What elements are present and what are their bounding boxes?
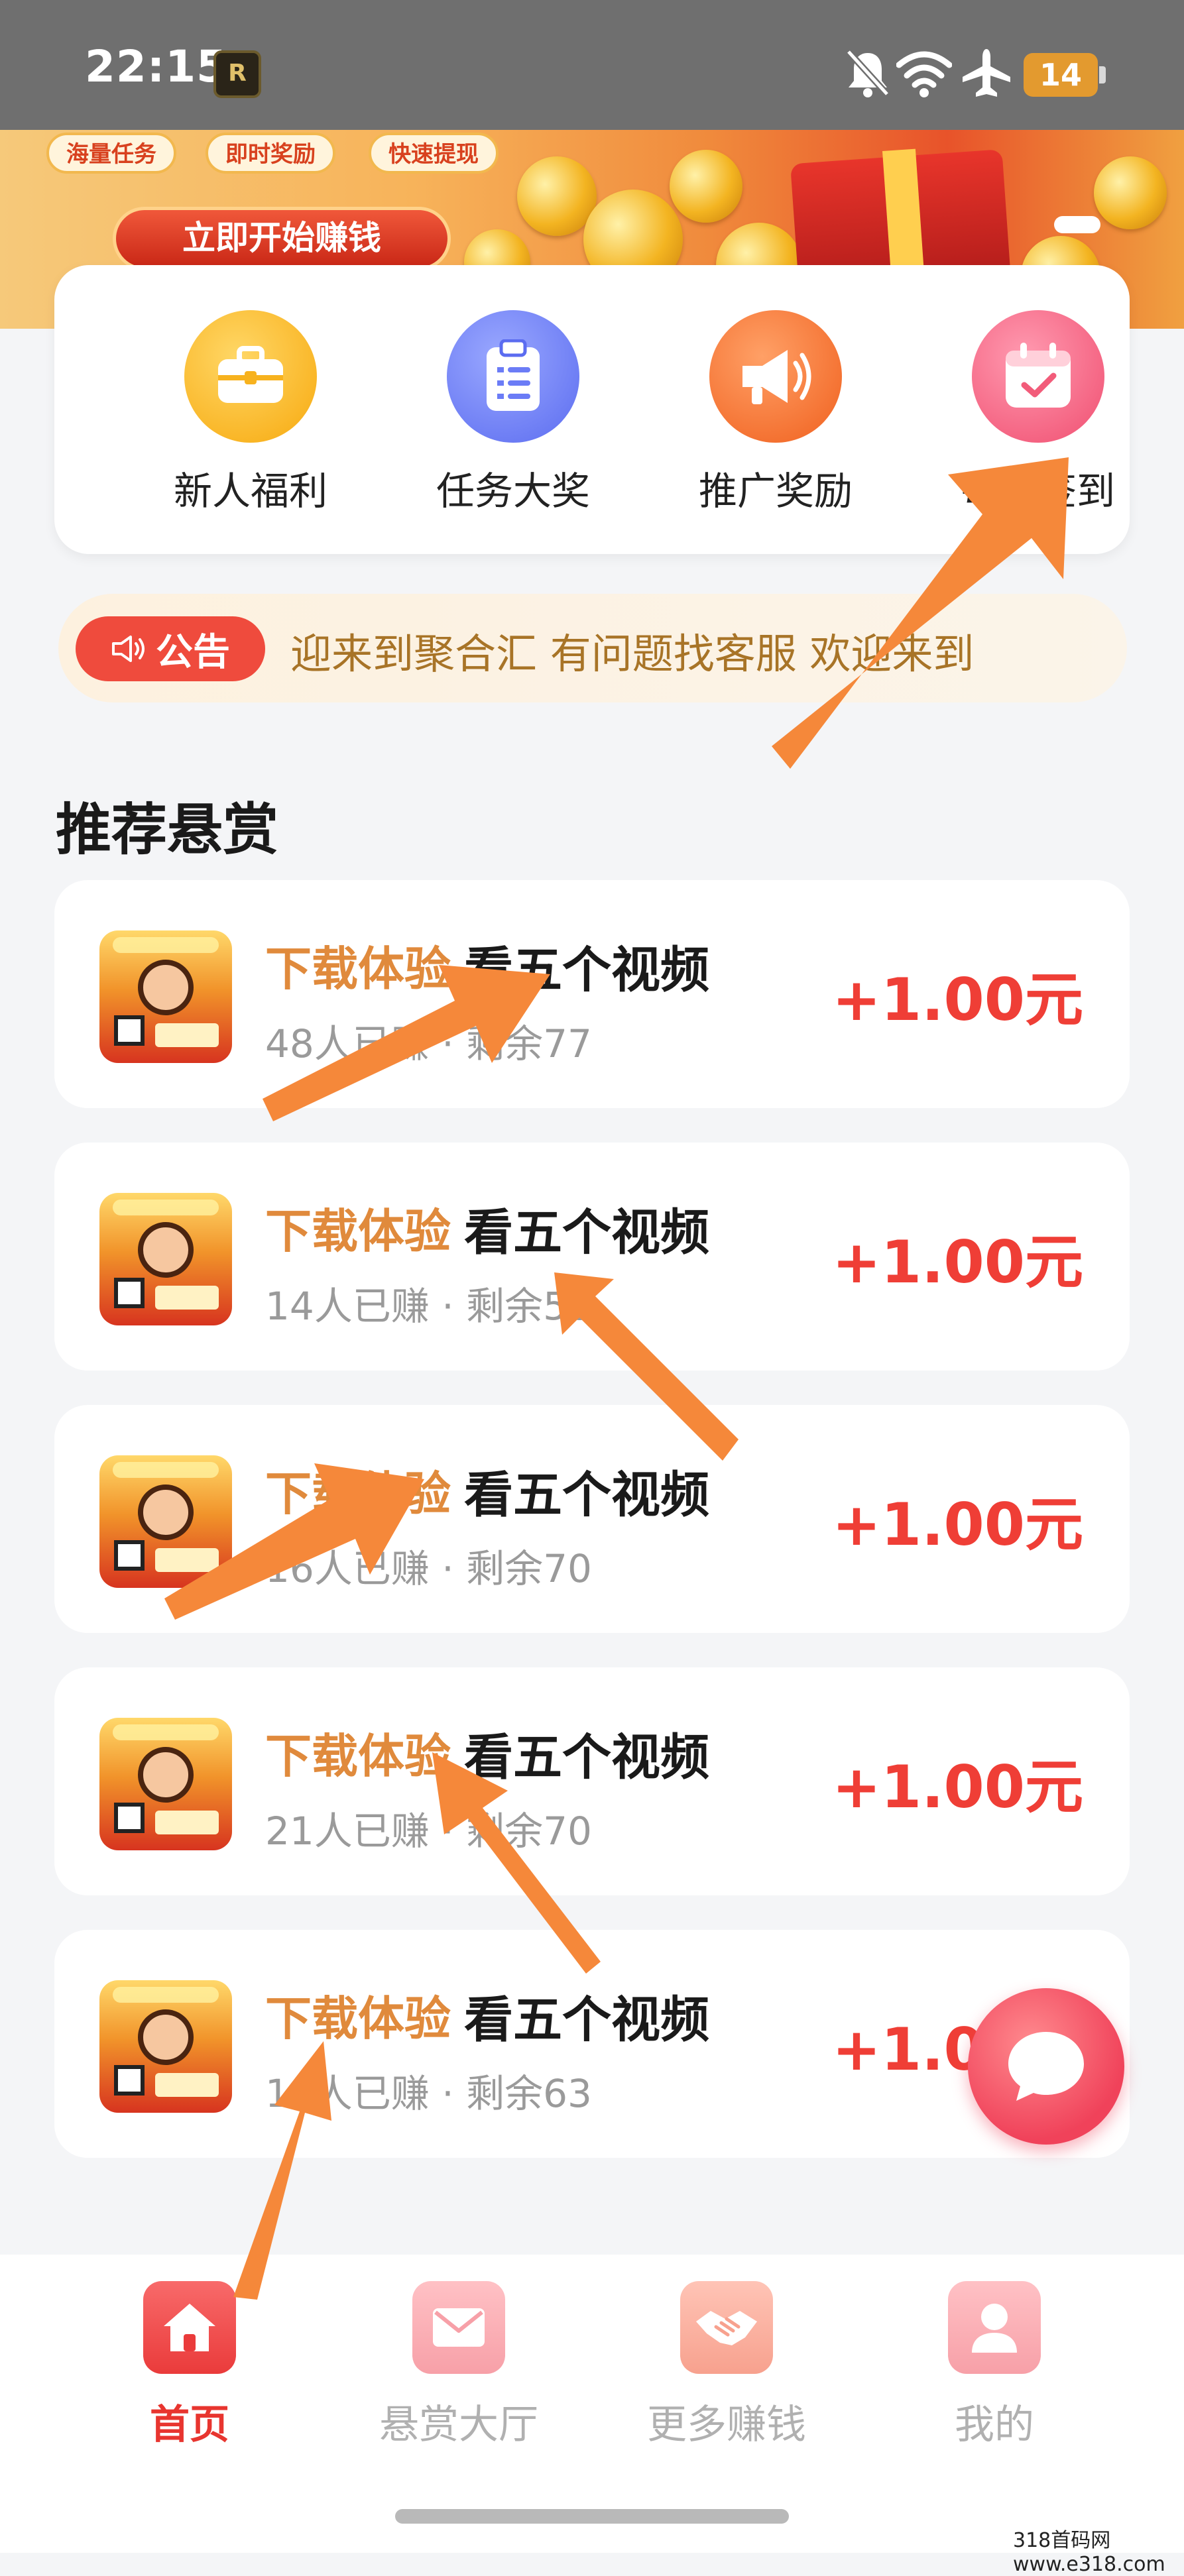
task-thumbnail bbox=[99, 1455, 232, 1588]
task-tag: 下载体验 bbox=[265, 1467, 451, 1521]
section-title: 推荐悬赏 bbox=[56, 797, 279, 862]
status-time: 22:15 bbox=[85, 41, 228, 92]
calendar-check-icon bbox=[972, 310, 1104, 443]
clipboard-icon bbox=[447, 310, 579, 443]
status-bar: 22:15 R 14 bbox=[0, 0, 1184, 130]
tab-mine[interactable]: 我的 bbox=[895, 2281, 1094, 2450]
tab-label: 首页 bbox=[150, 2402, 229, 2448]
battery-icon: 14 bbox=[1024, 53, 1098, 97]
task-title: 看五个视频 bbox=[464, 1467, 709, 1524]
quick-item-label: 每日签到 bbox=[961, 469, 1115, 514]
task-thumbnail bbox=[99, 1193, 232, 1325]
announcement-text: 迎来到聚合汇 有问题找客服 欢迎来到 bbox=[290, 630, 975, 678]
task-reward: +1.00元 bbox=[832, 1228, 1083, 1296]
task-card[interactable]: 下载体验 看五个视频 16人已赚 · 剩余70 +1.00元 bbox=[54, 1405, 1130, 1633]
handshake-icon bbox=[680, 2281, 773, 2374]
tab-label: 悬赏大厅 bbox=[379, 2402, 538, 2448]
task-reward: +1.00元 bbox=[832, 1753, 1083, 1821]
tab-more-earning[interactable]: 更多赚钱 bbox=[627, 2281, 826, 2450]
battery-tip bbox=[1099, 66, 1106, 84]
task-title: 看五个视频 bbox=[464, 1204, 709, 1261]
mail-icon bbox=[412, 2281, 505, 2374]
banner-tag: 海量任务 bbox=[46, 133, 176, 174]
banner-tag: 快速提现 bbox=[369, 133, 499, 174]
task-card[interactable]: 下载体验 看五个视频 21人已赚 · 剩余70 +1.00元 bbox=[54, 1667, 1130, 1895]
quick-item-task-prize[interactable]: 任务大奖 bbox=[414, 310, 613, 516]
quick-item-daily-checkin[interactable]: 每日签到 bbox=[939, 310, 1138, 516]
airplane-icon bbox=[963, 49, 1010, 97]
tab-home[interactable]: 首页 bbox=[90, 2281, 289, 2450]
quick-item-label: 推广奖励 bbox=[698, 469, 853, 514]
quick-item-newcomer[interactable]: 新人福利 bbox=[151, 310, 350, 516]
task-reward: +1.00元 bbox=[832, 966, 1083, 1034]
user-icon bbox=[948, 2281, 1041, 2374]
task-tag: 下载体验 bbox=[265, 1204, 451, 1259]
task-meta: 21人已赚 · 剩余70 bbox=[265, 1809, 592, 1854]
task-title: 看五个视频 bbox=[464, 1991, 709, 2048]
task-tag: 下载体验 bbox=[265, 942, 451, 996]
tab-bounty-hall[interactable]: 悬赏大厅 bbox=[359, 2281, 558, 2450]
announcement-badge-label: 公告 bbox=[156, 630, 230, 674]
home-indicator[interactable] bbox=[395, 2509, 789, 2524]
start-earning-button[interactable]: 立即开始赚钱 bbox=[113, 207, 451, 270]
home-icon bbox=[143, 2281, 236, 2374]
wifi-icon bbox=[896, 51, 952, 97]
task-thumbnail bbox=[99, 930, 232, 1063]
speaker-icon bbox=[112, 636, 145, 662]
task-thumbnail bbox=[99, 1718, 232, 1850]
banner-tag: 即时奖励 bbox=[206, 133, 335, 174]
bell-off-icon bbox=[846, 49, 890, 97]
quick-item-label: 新人福利 bbox=[173, 469, 327, 514]
tab-label: 更多赚钱 bbox=[647, 2402, 806, 2448]
task-meta: 18人已赚 · 剩余63 bbox=[265, 2071, 592, 2116]
coin-decoration bbox=[1094, 156, 1167, 229]
briefcase-icon bbox=[184, 310, 317, 443]
task-title: 看五个视频 bbox=[464, 1729, 709, 1786]
task-meta: 48人已赚 · 剩余77 bbox=[265, 1021, 592, 1066]
chat-bubble-icon bbox=[1008, 2032, 1084, 2101]
quick-item-label: 任务大奖 bbox=[436, 469, 590, 514]
task-reward: +1.00元 bbox=[832, 1490, 1083, 1559]
task-card[interactable]: 下载体验 看五个视频 18人已赚 · 剩余63 +1.00元 bbox=[54, 1930, 1130, 2158]
task-card[interactable]: 下载体验 看五个视频 14人已赚 · 剩余58 +1.00元 bbox=[54, 1143, 1130, 1371]
tab-label: 我的 bbox=[955, 2402, 1034, 2448]
task-tag: 下载体验 bbox=[265, 1729, 451, 1783]
task-meta: 16人已赚 · 剩余70 bbox=[265, 1546, 592, 1591]
task-card[interactable]: 下载体验 看五个视频 48人已赚 · 剩余77 +1.00元 bbox=[54, 880, 1130, 1108]
coin-decoration bbox=[517, 156, 597, 236]
customer-service-button[interactable] bbox=[968, 1988, 1124, 2145]
task-title: 看五个视频 bbox=[464, 942, 709, 999]
task-meta: 14人已赚 · 剩余58 bbox=[265, 1284, 592, 1329]
quick-menu-card: 新人福利 任务大奖 推广奖励 每日签到 bbox=[54, 265, 1130, 554]
carousel-indicator bbox=[1054, 216, 1100, 233]
task-tag: 下载体验 bbox=[265, 1991, 451, 2046]
watermark: 318首码网 www.e318.com bbox=[1013, 2529, 1165, 2576]
quick-item-promotion[interactable]: 推广奖励 bbox=[676, 310, 875, 516]
announcement-bar[interactable]: 公告 迎来到聚合汇 有问题找客服 欢迎来到 bbox=[58, 594, 1127, 702]
app-notification-icon: R bbox=[213, 50, 261, 98]
task-thumbnail bbox=[99, 1980, 232, 2113]
announcement-badge: 公告 bbox=[76, 616, 265, 681]
coin-decoration bbox=[670, 150, 742, 223]
bottom-tab-bar: 首页 悬赏大厅 更多赚钱 我的 bbox=[0, 2255, 1184, 2553]
megaphone-icon bbox=[709, 310, 842, 443]
